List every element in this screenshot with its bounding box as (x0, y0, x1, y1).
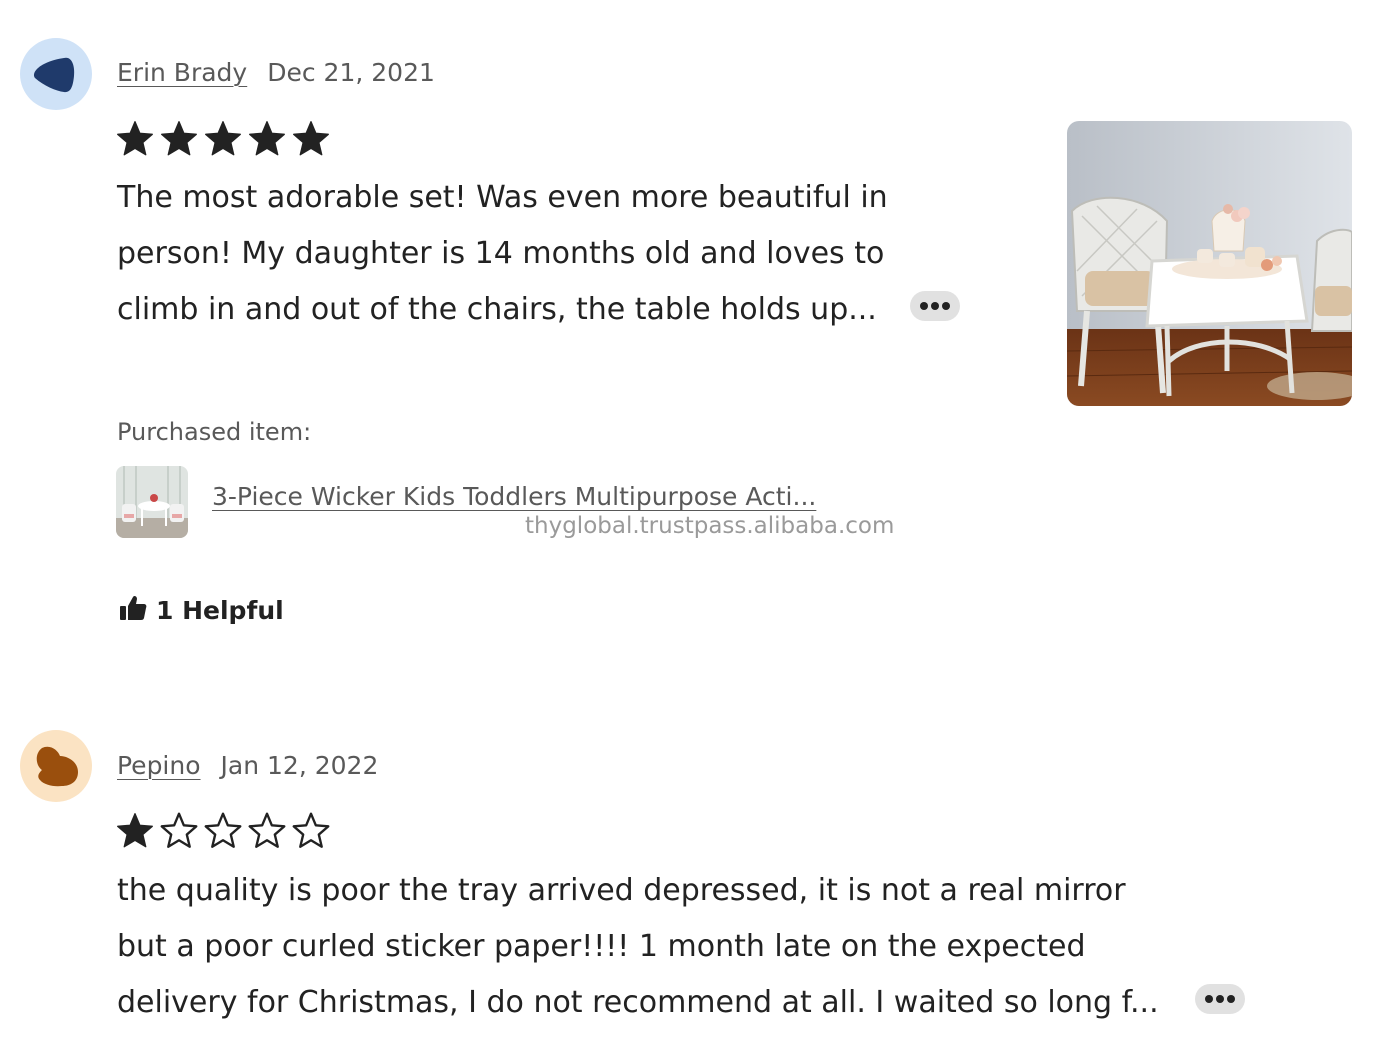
review-text: the quality is poor the tray arrived dep… (117, 863, 1159, 1031)
star-empty-icon (203, 810, 243, 854)
avatar-image (20, 730, 92, 802)
avatar[interactable] (20, 38, 92, 110)
star-rating (115, 810, 331, 854)
review-photo[interactable] (1067, 121, 1352, 406)
review-text-line: person! My daughter is 14 months old and… (117, 236, 885, 271)
star-rating (115, 118, 331, 162)
review-text-line: but a poor curled sticker paper!!!! 1 mo… (117, 929, 1086, 964)
helpful-count: 1 Helpful (156, 595, 284, 625)
expand-review-button[interactable] (1195, 984, 1245, 1014)
ellipsis-icon (1205, 995, 1235, 1003)
review-meta: Erin Brady Dec 21, 2021 (117, 54, 435, 90)
star-filled-icon (203, 118, 243, 162)
review-card: Erin Brady Dec 21, 2021 The most adorabl… (0, 0, 1400, 690)
star-empty-icon (247, 810, 287, 854)
ellipsis-icon (920, 302, 950, 310)
review-text-line: climb in and out of the chairs, the tabl… (117, 292, 877, 327)
star-filled-icon (115, 118, 155, 162)
purchased-item-thumbnail[interactable] (116, 466, 188, 538)
helpful-button[interactable]: 1 Helpful (118, 594, 284, 626)
review-card: Pepino Jan 12, 2022 the quality is poor … (0, 690, 1400, 1058)
star-filled-icon (247, 118, 287, 162)
purchased-item-link[interactable]: 3-Piece Wicker Kids Toddlers Multipurpos… (212, 482, 816, 511)
expand-review-button[interactable] (910, 291, 960, 321)
star-empty-icon (291, 810, 331, 854)
star-filled-icon (291, 118, 331, 162)
reviewer-name-link[interactable]: Pepino (117, 751, 201, 780)
watermark-text: thyglobal.trustpass.alibaba.com (525, 513, 895, 539)
star-filled-icon (159, 118, 199, 162)
star-filled-icon (115, 810, 155, 854)
review-date: Jan 12, 2022 (220, 750, 379, 780)
thumbs-up-icon (118, 594, 148, 626)
avatar-image (20, 38, 92, 110)
review-date: Dec 21, 2021 (267, 57, 435, 87)
review-photo-image (1067, 121, 1352, 406)
review-text-line: The most adorable set! Was even more bea… (117, 180, 888, 215)
reviewer-name-link[interactable]: Erin Brady (117, 58, 247, 87)
review-meta: Pepino Jan 12, 2022 (117, 747, 378, 783)
purchased-item-image (116, 466, 188, 538)
review-text: The most adorable set! Was even more bea… (117, 170, 888, 338)
purchased-item-label: Purchased item: (117, 418, 312, 446)
review-text-line: the quality is poor the tray arrived dep… (117, 873, 1126, 908)
avatar[interactable] (20, 730, 92, 802)
star-empty-icon (159, 810, 199, 854)
review-text-line: delivery for Christmas, I do not recomme… (117, 985, 1159, 1020)
